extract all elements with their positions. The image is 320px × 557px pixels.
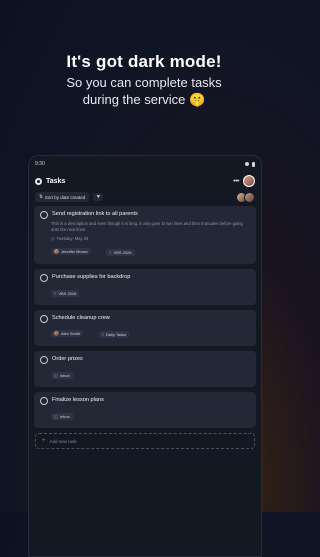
app-logo-icon <box>35 177 42 185</box>
task-checkbox[interactable] <box>40 356 48 364</box>
task-card[interactable]: Purchase supplies for backdrop ≡ VBS 202… <box>34 269 256 305</box>
task-checkbox[interactable] <box>40 397 48 405</box>
task-title: Finalize lesson plans <box>52 397 104 403</box>
status-bar: 9:30 <box>29 156 261 172</box>
add-task-button[interactable]: + Add new task <box>35 433 255 449</box>
list-tag[interactable]: ≡ VBS 2026 <box>106 249 135 256</box>
plus-icon: + <box>42 438 46 444</box>
task-title: Purchase supplies for backdrop <box>52 274 131 280</box>
toolbar: ⇅ Sort by date created ▼ <box>29 190 261 204</box>
task-description: This is a description and even though it… <box>51 221 243 232</box>
list-tag[interactable]: ◫ Inbox <box>51 413 73 420</box>
assignee-avatar <box>54 331 59 336</box>
tag-label: VBS 2026 <box>58 291 77 296</box>
inbox-icon: ◫ <box>54 414 58 419</box>
app-bar: Tasks ••• <box>29 172 261 190</box>
assignee-name: Alex Smith <box>61 331 81 336</box>
tag-icon: ≡ <box>101 332 104 337</box>
promo-subline-2: during the service 🤫 <box>82 92 206 107</box>
list-tag[interactable]: ◫ Inbox <box>51 372 73 379</box>
task-title: Schedule cleanup crew <box>52 315 110 321</box>
task-title: Order prizes <box>52 356 83 362</box>
tag-label: VBS 2026 <box>113 250 132 255</box>
assignee-chip[interactable]: Alex Smith <box>51 330 84 337</box>
wifi-icon <box>245 162 249 166</box>
task-title: Send registration link to all parents <box>52 211 138 217</box>
add-task-label: Add new task <box>49 438 77 444</box>
task-card[interactable]: Schedule cleanup crew Alex Smith ≡ Daily… <box>34 310 256 346</box>
tag-label: Daily Tasks <box>105 332 127 337</box>
more-horizontal-icon[interactable]: ••• <box>233 178 239 185</box>
app-title: Tasks <box>46 177 66 185</box>
promo-subline-1: So you can complete tasks <box>66 75 222 90</box>
user-avatar[interactable] <box>243 175 255 187</box>
promo-subheadline: So you can complete tasks during the ser… <box>0 74 288 108</box>
collaborator-avatars[interactable] <box>236 191 255 203</box>
inbox-icon: ◫ <box>54 373 58 378</box>
sort-icon: ⇅ <box>39 194 43 199</box>
battery-icon <box>252 161 255 167</box>
tag-label: Inbox <box>59 373 70 378</box>
tag-label: Inbox <box>59 414 70 419</box>
calendar-icon: ◷ <box>51 236 55 241</box>
filter-icon[interactable]: ▼ <box>93 193 104 201</box>
task-card[interactable]: Finalize lesson plans ◫ Inbox <box>34 392 256 428</box>
task-list: Send registration link to all parents Th… <box>29 204 261 451</box>
task-checkbox[interactable] <box>40 274 48 282</box>
task-checkbox[interactable] <box>40 211 48 219</box>
task-date-label: Tuesday, May 26 <box>56 236 89 241</box>
task-date: ◷ Tuesday, May 26 <box>51 236 250 241</box>
collaborator-avatar <box>244 191 255 203</box>
assignee-avatar <box>54 249 59 254</box>
tag-icon: ≡ <box>109 250 112 255</box>
tag-icon: ≡ <box>54 291 57 296</box>
assignee-chip[interactable]: Jennifer Brown <box>51 248 91 255</box>
task-checkbox[interactable] <box>40 315 48 323</box>
task-card[interactable]: Send registration link to all parents Th… <box>34 206 256 264</box>
sort-label: Sort by date created <box>44 194 86 200</box>
assignee-name: Jennifer Brown <box>61 249 88 254</box>
sort-button[interactable]: ⇅ Sort by date created <box>35 192 90 202</box>
list-tag[interactable]: ≡ VBS 2026 <box>51 290 80 297</box>
list-tag[interactable]: ≡ Daily Tasks <box>98 331 130 338</box>
status-time: 9:30 <box>35 161 45 167</box>
promo-headline: It's got dark mode! <box>66 52 222 71</box>
task-card[interactable]: Order prizes ◫ Inbox <box>34 351 256 387</box>
device-screen: 9:30 Tasks ••• ⇅ Sort by date created ▼ <box>28 155 262 557</box>
